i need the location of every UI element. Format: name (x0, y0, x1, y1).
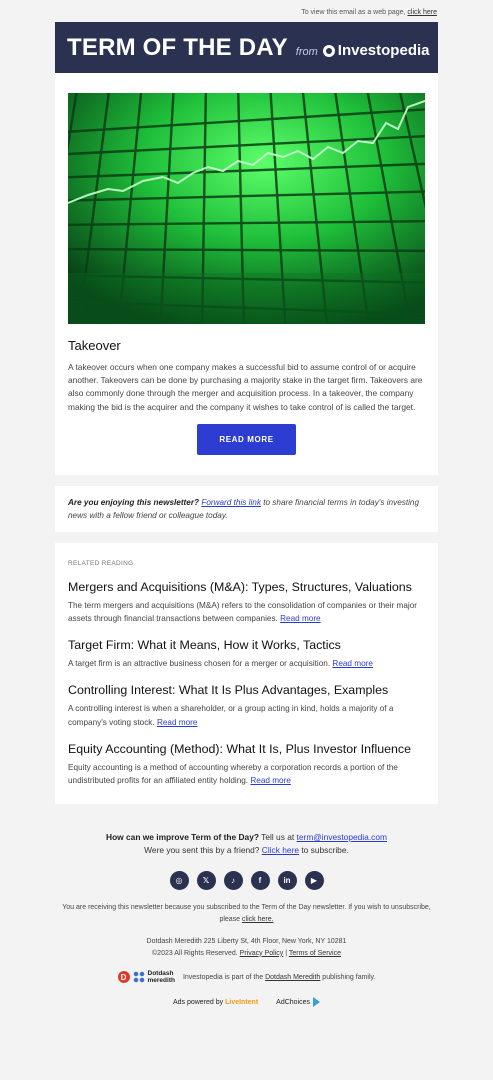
adchoices-icon (313, 997, 321, 1008)
related-item: Controlling Interest: What It Is Plus Ad… (68, 682, 425, 728)
forward-link[interactable]: Forward this link (201, 498, 261, 507)
unsubscribe-notice: You are receiving this newsletter becaus… (62, 904, 431, 923)
terms-of-service-link[interactable]: Terms of Service (289, 950, 341, 957)
related-read-more-link[interactable]: Read more (157, 718, 198, 727)
stock-chart-image (68, 93, 425, 324)
related-item-title[interactable]: Mergers and Acquisitions (M&A): Types, S… (68, 579, 425, 595)
dotdash-d-icon: D (117, 971, 130, 984)
related-item-title[interactable]: Target Firm: What it Means, How it Works… (68, 637, 425, 653)
related-item: Target Firm: What it Means, How it Works… (68, 637, 425, 670)
publisher-family: D Dotdash meredith Investopedia is part o… (0, 970, 493, 984)
privacy-policy-link[interactable]: Privacy Policy (240, 950, 284, 957)
feedback-email-link[interactable]: term@investopedia.com (297, 832, 387, 842)
related-item-title[interactable]: Equity Accounting (Method): What It Is, … (68, 741, 425, 757)
view-web-version: To view this email as a web page, click … (301, 9, 437, 16)
tiktok-icon[interactable]: ♪ (223, 871, 243, 891)
investopedia-logo-icon (322, 44, 335, 57)
related-item: Equity Accounting (Method): What It Is, … (68, 741, 425, 787)
x-icon[interactable]: 𝕏 (196, 871, 216, 891)
related-item-title[interactable]: Controlling Interest: What It Is Plus Ad… (68, 682, 425, 698)
related-read-more-link[interactable]: Read more (280, 614, 321, 623)
facebook-icon[interactable]: f (250, 871, 270, 891)
dotdash-dots-icon (132, 971, 145, 984)
view-web-link[interactable]: click here (407, 9, 437, 16)
liveintent-logo: LiveIntent (225, 998, 259, 1006)
term-description: A takeover occurs when one company makes… (68, 362, 423, 412)
related-kicker: RELATED READING (68, 559, 134, 567)
unsubscribe-link[interactable]: click here. (242, 916, 274, 923)
linkedin-icon[interactable]: in (277, 871, 297, 891)
feedback-line: How can we improve Term of the Day? Tell… (106, 832, 387, 843)
hero-image[interactable] (68, 93, 425, 324)
company-address: Dotdash Meredith 225 Liberty St, 4th Flo… (146, 938, 347, 957)
related-item: Mergers and Acquisitions (M&A): Types, S… (68, 579, 425, 625)
term-card: Takeover A takeover occurs when one comp… (55, 73, 438, 475)
related-reading: RELATED READING Mergers and Acquisitions… (55, 542, 438, 805)
subscribe-line: Were you sent this by a friend? Click he… (144, 845, 349, 856)
subscribe-link[interactable]: Click here (262, 845, 299, 855)
instagram-icon[interactable]: ◎ (169, 871, 189, 891)
dotdash-meredith-logo: D Dotdash meredith (117, 970, 175, 984)
social-links: ◎ 𝕏 ♪ f in ▶ (0, 871, 493, 891)
term-title: Takeover (68, 338, 121, 353)
header-title: TERM OF THE DAY (67, 33, 288, 61)
ads-powered-by[interactable]: Ads powered by LiveIntent (173, 999, 258, 1006)
header-from: from (295, 45, 318, 58)
adchoices-link[interactable]: AdChoices (276, 997, 321, 1008)
ads-bar: Ads powered by LiveIntent AdChoices (0, 997, 493, 1008)
related-read-more-link[interactable]: Read more (250, 776, 291, 785)
newsletter-header: TERM OF THE DAY from Investopedia (55, 22, 438, 73)
investopedia-logo[interactable]: Investopedia (322, 42, 430, 59)
related-read-more-link[interactable]: Read more (332, 659, 373, 668)
dotdash-meredith-link[interactable]: Dotdash Meredith (265, 974, 320, 981)
share-callout: Are you enjoying this newsletter? Forwar… (55, 485, 438, 532)
youtube-icon[interactable]: ▶ (304, 871, 324, 891)
footer: How can we improve Term of the Day? Tell… (0, 804, 493, 1008)
read-more-button[interactable]: READ MORE (197, 423, 296, 455)
